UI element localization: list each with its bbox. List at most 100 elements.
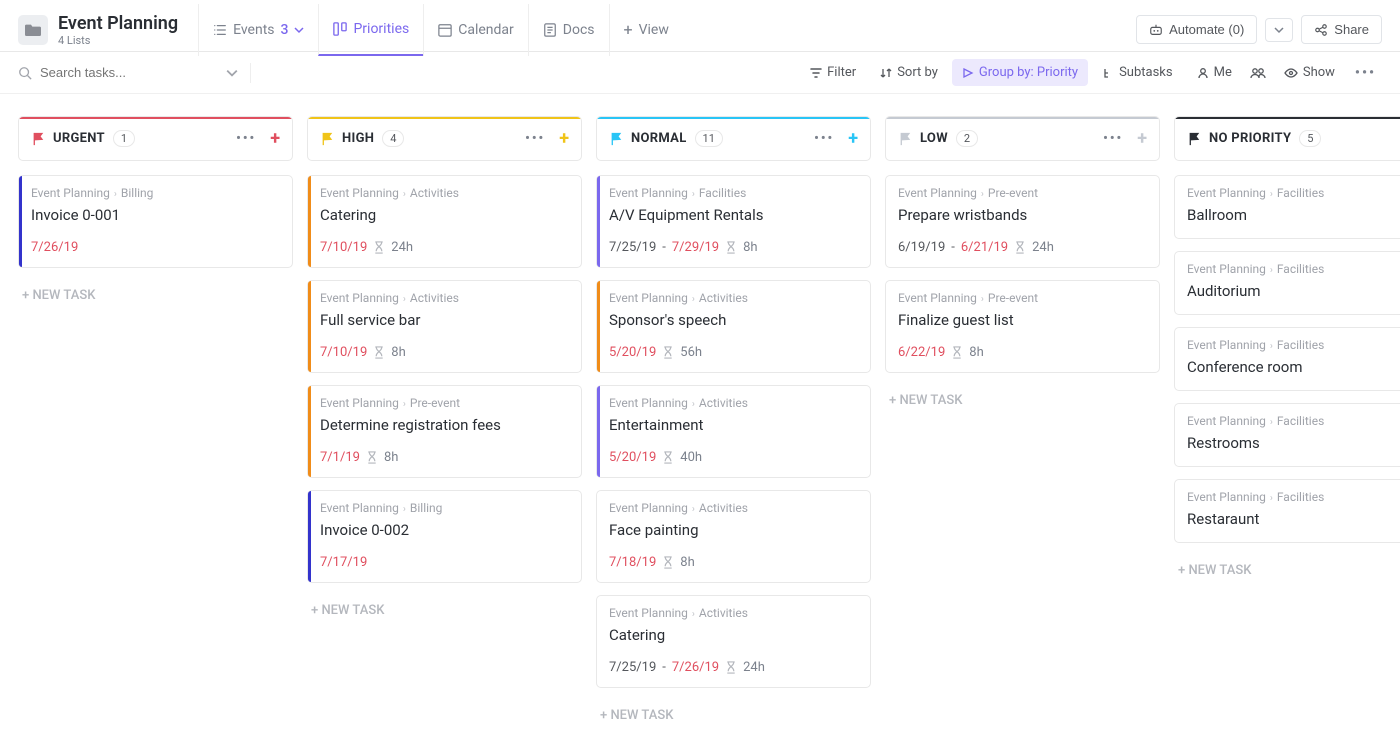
calendar-icon <box>438 23 452 37</box>
task-breadcrumb: Event Planning›Billing <box>31 186 280 200</box>
chevron-down-icon[interactable] <box>226 67 238 79</box>
new-task-button[interactable]: + NEW TASK <box>18 280 293 311</box>
task-card[interactable]: Event Planning›Facilities Ballroom <box>1174 175 1400 239</box>
show-button[interactable]: Show <box>1274 59 1345 86</box>
task-card[interactable]: Event Planning›Activities Entertainment … <box>596 385 871 478</box>
column-header: NO PRIORITY 5 ••• <box>1174 116 1400 161</box>
new-task-button[interactable]: + NEW TASK <box>1174 555 1400 586</box>
date-separator: - <box>951 240 955 255</box>
hourglass-icon <box>662 556 674 569</box>
column-menu[interactable]: ••• <box>519 127 551 150</box>
more-menu[interactable]: ••• <box>1349 61 1382 85</box>
task-card[interactable]: Event Planning›Billing Invoice 0-002 7/1… <box>307 490 582 583</box>
sort-icon <box>880 67 892 79</box>
task-meta: 7/10/198h <box>320 345 569 360</box>
add-task-button[interactable]: + <box>848 128 858 149</box>
task-card[interactable]: Event Planning›Activities Catering 7/10/… <box>307 175 582 268</box>
task-card[interactable]: Event Planning›Activities Sponsor's spee… <box>596 280 871 373</box>
new-task-button[interactable]: + NEW TASK <box>307 595 582 626</box>
task-date: 7/1/19 <box>320 450 360 465</box>
column-title: NORMAL <box>631 131 687 146</box>
add-task-button[interactable]: + <box>270 128 280 149</box>
task-title: Auditorium <box>1187 282 1400 300</box>
automate-label: Automate (0) <box>1169 22 1244 37</box>
task-card[interactable]: Event Planning›Facilities Restaraunt <box>1174 479 1400 543</box>
tab-label: Events <box>233 22 274 38</box>
hourglass-icon <box>662 346 674 359</box>
task-card[interactable]: Event Planning›Billing Invoice 0-001 7/2… <box>18 175 293 268</box>
task-breadcrumb: Event Planning›Activities <box>609 396 858 410</box>
column-title: URGENT <box>53 131 105 146</box>
user-icon <box>1197 67 1209 79</box>
filter-icon <box>810 67 822 79</box>
task-card[interactable]: Event Planning›Pre-event Determine regis… <box>307 385 582 478</box>
filter-button[interactable]: Filter <box>800 59 866 86</box>
date-separator: - <box>662 660 666 675</box>
task-date: 5/20/19 <box>609 450 656 465</box>
task-title: Invoice 0-001 <box>31 206 280 224</box>
me-button[interactable]: Me <box>1187 59 1242 86</box>
robot-icon <box>1149 23 1163 37</box>
task-card[interactable]: Event Planning›Facilities A/V Equipment … <box>596 175 871 268</box>
task-card[interactable]: Event Planning›Activities Catering 7/25/… <box>596 595 871 688</box>
task-card[interactable]: Event Planning›Activities Face painting … <box>596 490 871 583</box>
task-meta: 6/22/198h <box>898 345 1147 360</box>
hourglass-icon <box>373 241 385 254</box>
task-card[interactable]: Event Planning›Activities Full service b… <box>307 280 582 373</box>
new-task-button[interactable]: + NEW TASK <box>885 385 1160 416</box>
flag-icon <box>609 132 623 146</box>
task-date: 7/10/19 <box>320 345 367 360</box>
task-title: Finalize guest list <box>898 311 1147 329</box>
automate-button[interactable]: Automate (0) <box>1136 15 1257 44</box>
column-header: LOW 2 ••• + <box>885 116 1160 161</box>
search-input[interactable] <box>40 65 218 80</box>
column-count: 11 <box>695 130 723 147</box>
hourglass-icon <box>373 346 385 359</box>
task-meta: 5/20/1940h <box>609 450 858 465</box>
add-task-button[interactable]: + <box>559 128 569 149</box>
search-box[interactable] <box>18 65 238 80</box>
subtasks-button[interactable]: Subtasks <box>1092 59 1183 86</box>
task-card[interactable]: Event Planning›Facilities Auditorium <box>1174 251 1400 315</box>
column-menu[interactable]: ••• <box>230 127 262 150</box>
task-card[interactable]: Event Planning›Pre-event Finalize guest … <box>885 280 1160 373</box>
me-label: Me <box>1214 65 1232 80</box>
divider <box>250 63 251 83</box>
task-meta: 7/26/19 <box>31 240 280 255</box>
task-breadcrumb: Event Planning›Activities <box>609 291 858 305</box>
task-card[interactable]: Event Planning›Facilities Conference roo… <box>1174 327 1400 391</box>
hourglass-icon <box>366 451 378 464</box>
sort-button[interactable]: Sort by <box>870 59 948 86</box>
share-button[interactable]: Share <box>1301 15 1382 44</box>
list-icon <box>213 23 227 37</box>
task-card[interactable]: Event Planning›Pre-event Prepare wristba… <box>885 175 1160 268</box>
task-card[interactable]: Event Planning›Facilities Restrooms <box>1174 403 1400 467</box>
task-meta: 7/25/19-7/29/198h <box>609 240 858 255</box>
tab-calendar[interactable]: Calendar <box>423 4 528 56</box>
add-task-button[interactable]: + <box>1137 128 1147 149</box>
tab-label: Priorities <box>353 21 409 37</box>
tab-events[interactable]: Events 3 <box>198 4 318 56</box>
column-menu[interactable]: ••• <box>808 127 840 150</box>
group-button[interactable]: Group by: Priority <box>952 59 1088 86</box>
column-title: NO PRIORITY <box>1209 131 1291 146</box>
tab-priorities[interactable]: Priorities <box>318 4 423 56</box>
task-title: Sponsor's speech <box>609 311 858 329</box>
tab-docs[interactable]: Docs <box>528 4 609 56</box>
task-title: Restaraunt <box>1187 510 1400 528</box>
task-estimate: 8h <box>680 555 694 570</box>
task-estimate: 8h <box>969 345 983 360</box>
header-right: Automate (0) Share <box>1136 15 1382 44</box>
assignees-button[interactable] <box>1246 61 1270 85</box>
tab-add-view[interactable]: + View <box>609 4 683 56</box>
flag-icon <box>898 132 912 146</box>
group-icon <box>962 67 974 79</box>
automate-dropdown[interactable] <box>1265 18 1293 42</box>
date-separator: - <box>662 240 666 255</box>
task-date: 7/26/19 <box>31 240 78 255</box>
column-header: HIGH 4 ••• + <box>307 116 582 161</box>
users-icon <box>1250 67 1266 79</box>
column-menu[interactable]: ••• <box>1097 127 1129 150</box>
page-subtitle: 4 Lists <box>58 34 178 47</box>
new-task-button[interactable]: + NEW TASK <box>596 700 871 731</box>
